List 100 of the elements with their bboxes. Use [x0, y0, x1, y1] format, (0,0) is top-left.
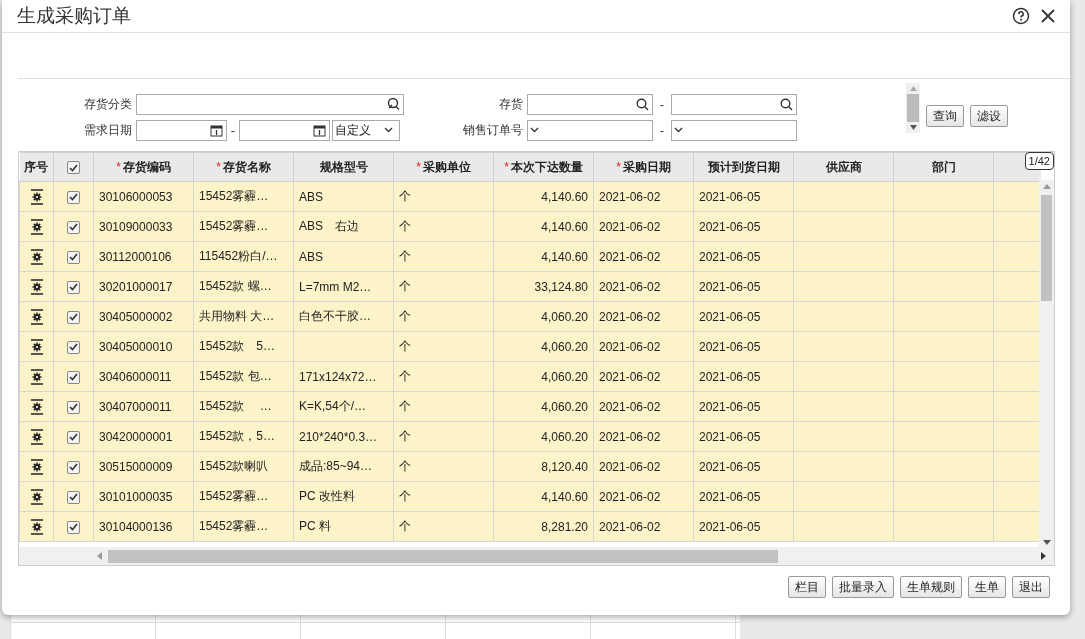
filter-label: 存货分类 — [83, 95, 133, 113]
checkbox[interactable] — [67, 280, 80, 294]
search-plus-icon[interactable] — [386, 97, 400, 111]
checkbox[interactable] — [67, 460, 80, 474]
checkbox[interactable] — [67, 190, 80, 204]
quantity-cell: 8,281.20 — [541, 519, 588, 534]
date-cell: 2021-06-02 — [599, 339, 661, 354]
date-cell: 2021-06-02 — [599, 429, 661, 444]
required-asterisk: * — [616, 159, 621, 174]
checkbox[interactable] — [67, 250, 80, 264]
column-header[interactable]: 存货编码 — [122, 159, 171, 174]
scroll-down-arrow-icon[interactable] — [909, 125, 917, 130]
scroll-down-arrow-icon[interactable] — [1042, 540, 1051, 545]
required-asterisk: * — [416, 159, 421, 174]
spec-cell: 210*240*0.3… — [299, 429, 378, 444]
horizontal-scrollbar[interactable] — [19, 547, 1054, 565]
name-cell: 15452款，5… — [199, 429, 276, 443]
filter-button[interactable]: 查询 — [926, 105, 964, 127]
required-asterisk: * — [116, 159, 121, 174]
row-settings-icon[interactable] — [29, 308, 44, 325]
calendar-icon[interactable] — [210, 123, 223, 137]
row-settings-icon[interactable] — [29, 488, 44, 505]
column-header[interactable]: 存货名称 — [222, 159, 271, 174]
category-search-field[interactable] — [136, 93, 404, 115]
spec-cell: ABS 右边 — [299, 219, 359, 233]
checkbox[interactable] — [67, 310, 80, 324]
filter-scrollbar[interactable] — [906, 83, 920, 133]
row-settings-icon[interactable] — [29, 278, 44, 295]
unit-cell: 个 — [399, 309, 411, 323]
row-settings-icon[interactable] — [29, 458, 44, 475]
filter-button[interactable]: 滤设 — [970, 105, 1008, 127]
date-cell: 2021-06-02 — [599, 279, 661, 294]
date-cell: 2021-06-05 — [699, 279, 761, 294]
checkbox[interactable] — [67, 430, 80, 444]
checkbox[interactable] — [67, 340, 80, 354]
name-cell: 15452款 … — [199, 399, 272, 413]
checkbox[interactable] — [67, 490, 80, 504]
window-title: 生成采购订单 — [17, 4, 131, 28]
column-header[interactable]: 采购单位 — [422, 159, 471, 174]
footer-button[interactable]: 退出 — [1012, 576, 1050, 598]
scrollbar-thumb[interactable] — [108, 549, 778, 563]
footer-button[interactable]: 批量录入 — [832, 576, 894, 598]
column-header[interactable]: 本次下达数量 — [510, 159, 583, 174]
help-icon[interactable] — [1012, 7, 1030, 25]
code-cell: 30104000136 — [99, 519, 173, 534]
date-cell: 2021-06-05 — [699, 519, 761, 534]
close-icon[interactable] — [1040, 8, 1056, 24]
required-asterisk: * — [216, 159, 221, 174]
spec-cell: PC 料 — [299, 519, 331, 533]
search-icon[interactable] — [780, 97, 793, 111]
footer-button[interactable]: 生单规则 — [900, 576, 962, 598]
unit-cell: 个 — [399, 519, 411, 533]
unit-cell: 个 — [399, 189, 411, 203]
date-cell: 2021-06-02 — [599, 189, 661, 204]
checkbox[interactable] — [67, 220, 80, 234]
inventory-search-field[interactable] — [671, 93, 797, 115]
spec-cell: L=7mm M2… — [299, 279, 372, 294]
checkbox[interactable] — [67, 370, 80, 384]
required-asterisk: * — [504, 159, 509, 174]
code-cell: 30109000033 — [99, 219, 173, 234]
vertical-scrollbar[interactable] — [1039, 180, 1054, 549]
quantity-cell: 4,060.20 — [541, 339, 588, 354]
inventory-search-field[interactable] — [527, 93, 653, 115]
row-settings-icon[interactable] — [29, 428, 44, 445]
date-cell: 2021-06-05 — [699, 489, 761, 504]
name-cell: 15452雾霾… — [199, 189, 269, 203]
date-field[interactable] — [136, 119, 227, 141]
quantity-cell: 4,140.60 — [541, 189, 588, 204]
row-settings-icon[interactable] — [29, 398, 44, 415]
checkbox[interactable] — [67, 520, 80, 534]
name-cell: 15452款 包… — [199, 369, 272, 383]
date-cell: 2021-06-05 — [699, 189, 761, 204]
row-settings-icon[interactable] — [29, 188, 44, 205]
code-cell: 30406000011 — [99, 369, 172, 384]
column-header[interactable]: 采购日期 — [622, 159, 671, 174]
date-cell: 2021-06-05 — [699, 309, 761, 324]
row-settings-icon[interactable] — [29, 368, 44, 385]
scrollbar-thumb[interactable] — [907, 94, 919, 122]
search-icon[interactable] — [636, 97, 649, 111]
unit-cell: 个 — [399, 429, 411, 443]
footer-button[interactable]: 栏目 — [788, 576, 826, 598]
date-field[interactable] — [239, 119, 330, 141]
calendar-icon[interactable] — [313, 123, 326, 137]
scroll-right-arrow-icon[interactable] — [1041, 552, 1046, 560]
name-cell: 15452款 螺… — [199, 279, 272, 293]
row-settings-icon[interactable] — [29, 518, 44, 535]
unit-cell: 个 — [399, 249, 411, 263]
column-header[interactable]: 供应商 — [825, 159, 862, 174]
quantity-cell: 4,060.20 — [541, 369, 588, 384]
range-type-select[interactable]: 自定义 — [332, 119, 400, 141]
row-settings-icon[interactable] — [29, 218, 44, 235]
row-settings-icon[interactable] — [29, 338, 44, 355]
footer-button[interactable]: 生单 — [968, 576, 1006, 598]
date-cell: 2021-06-05 — [699, 369, 761, 384]
row-settings-icon[interactable] — [29, 248, 44, 265]
checkbox[interactable] — [67, 400, 80, 414]
scrollbar-thumb[interactable] — [1041, 195, 1052, 301]
date-cell: 2021-06-05 — [699, 339, 761, 354]
column-header[interactable]: 部门 — [931, 159, 956, 174]
checkbox[interactable] — [67, 161, 80, 175]
